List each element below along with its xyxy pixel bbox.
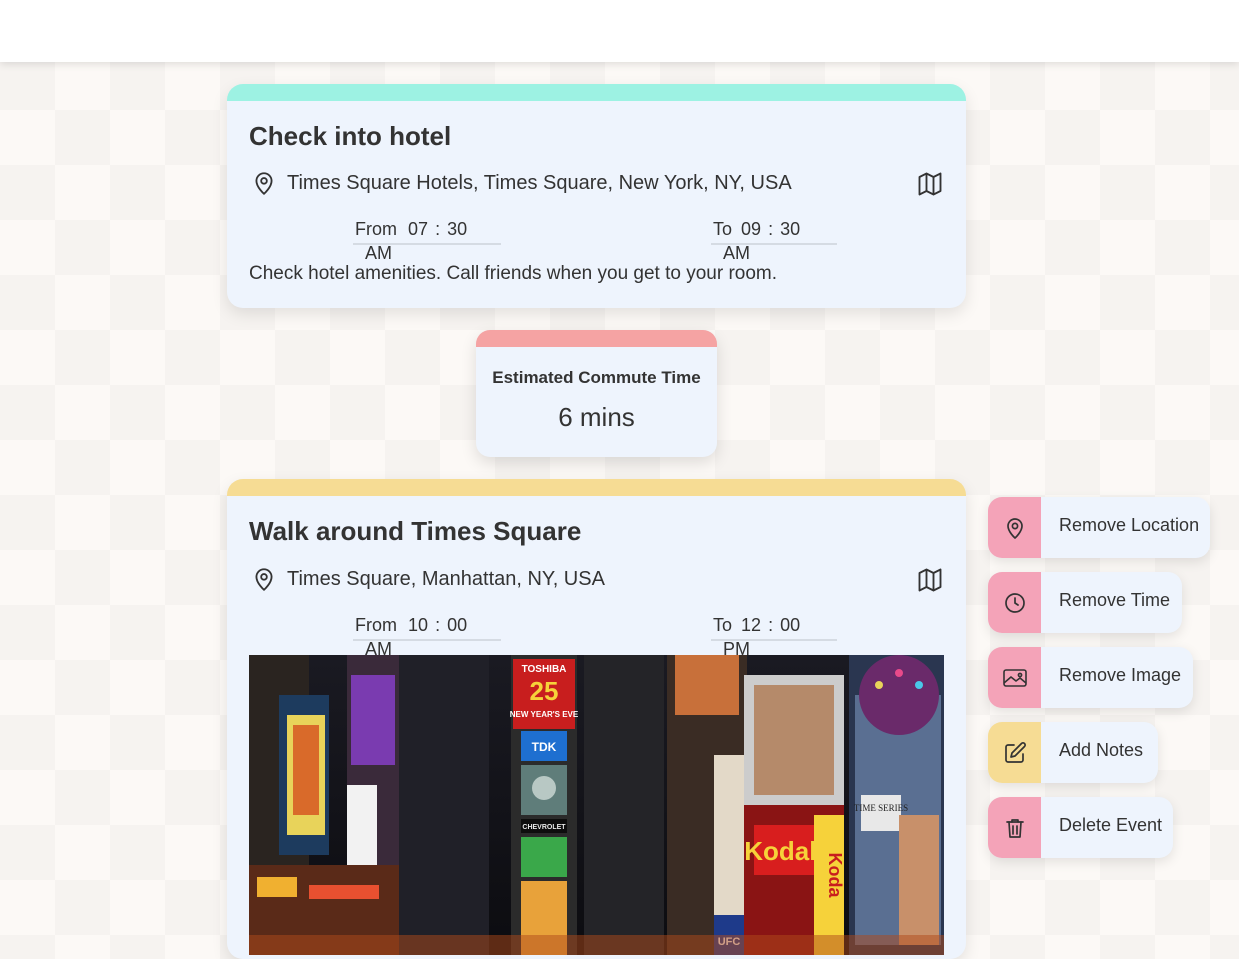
event-card-accent-bar: [227, 84, 966, 101]
event-image: TOSHIBA 25 NEW YEAR'S EVE TDK CHEVROLET …: [249, 655, 944, 955]
event-card-check-into-hotel[interactable]: Check into hotel Times Square Hotels, Ti…: [227, 84, 966, 308]
new-years-eve-sign-text: NEW YEAR'S EVE: [510, 710, 579, 719]
map-pin-icon: [255, 568, 273, 591]
clock-icon: [1004, 592, 1025, 613]
times-square-illustration: TOSHIBA 25 NEW YEAR'S EVE TDK CHEVROLET …: [249, 655, 944, 955]
add-notes-button[interactable]: Add Notes: [988, 722, 1158, 783]
event-notes[interactable]: Check hotel amenities. Call friends when…: [249, 263, 777, 285]
edit-icon: [1004, 741, 1026, 763]
remove-location-label: Remove Location: [1059, 515, 1200, 535]
commute-value: 6 mins: [558, 402, 635, 432]
map-pin-icon: [1006, 517, 1023, 539]
commute-time-card: Estimated Commute Time 6 mins: [476, 330, 717, 457]
remove-image-button[interactable]: Remove Image: [988, 647, 1193, 708]
event-from-time-field[interactable]: From 10 : 00 AM: [353, 613, 501, 659]
kodak-sign-text: Kodak: [744, 836, 824, 866]
map-pin-icon: [255, 172, 273, 195]
remove-time-button[interactable]: Remove Time: [988, 572, 1182, 633]
map-icon[interactable]: [916, 170, 944, 198]
event-title: Check into hotel: [249, 121, 452, 151]
event-card-accent-bar: [227, 479, 966, 496]
remove-location-button[interactable]: Remove Location: [988, 497, 1210, 558]
commute-label: Estimated Commute Time: [492, 368, 701, 387]
commute-accent-bar: [476, 330, 717, 347]
add-notes-label: Add Notes: [1059, 740, 1144, 760]
map-icon[interactable]: [916, 566, 944, 594]
image-icon: [1002, 668, 1027, 687]
event-location-row: Times Square, Manhattan, NY, USA: [249, 565, 944, 593]
time-series-sign-text: TIME SERIES: [854, 803, 908, 813]
remove-image-label: Remove Image: [1059, 665, 1182, 685]
chevrolet-sign-text: CHEVROLET: [522, 824, 566, 831]
kodak-vertical-sign-text: Koda: [825, 853, 845, 899]
event-card-walk-around-times-square[interactable]: Walk around Times Square Times Square, M…: [227, 479, 966, 959]
event-location-row: Times Square Hotels, Times Square, New Y…: [249, 169, 944, 197]
top-app-bar: [0, 0, 1239, 62]
trash-icon: [1005, 818, 1024, 838]
new-years-25-sign-text: 25: [530, 676, 559, 706]
remove-time-label: Remove Time: [1059, 590, 1171, 610]
delete-event-button[interactable]: Delete Event: [988, 797, 1173, 858]
tdk-sign-text: TDK: [532, 740, 557, 754]
event-title: Walk around Times Square: [249, 516, 582, 546]
event-to-time-field[interactable]: To 09 : 30 AM: [711, 217, 837, 263]
event-location-text: Times Square Hotels, Times Square, New Y…: [287, 172, 792, 194]
delete-event-label: Delete Event: [1059, 815, 1163, 835]
toshiba-sign-text: TOSHIBA: [522, 664, 567, 675]
event-from-time-field[interactable]: From 07 : 30 AM: [353, 217, 501, 263]
event-location-text: Times Square, Manhattan, NY, USA: [287, 568, 605, 590]
event-to-time-field[interactable]: To 12 : 00 PM: [711, 613, 837, 659]
